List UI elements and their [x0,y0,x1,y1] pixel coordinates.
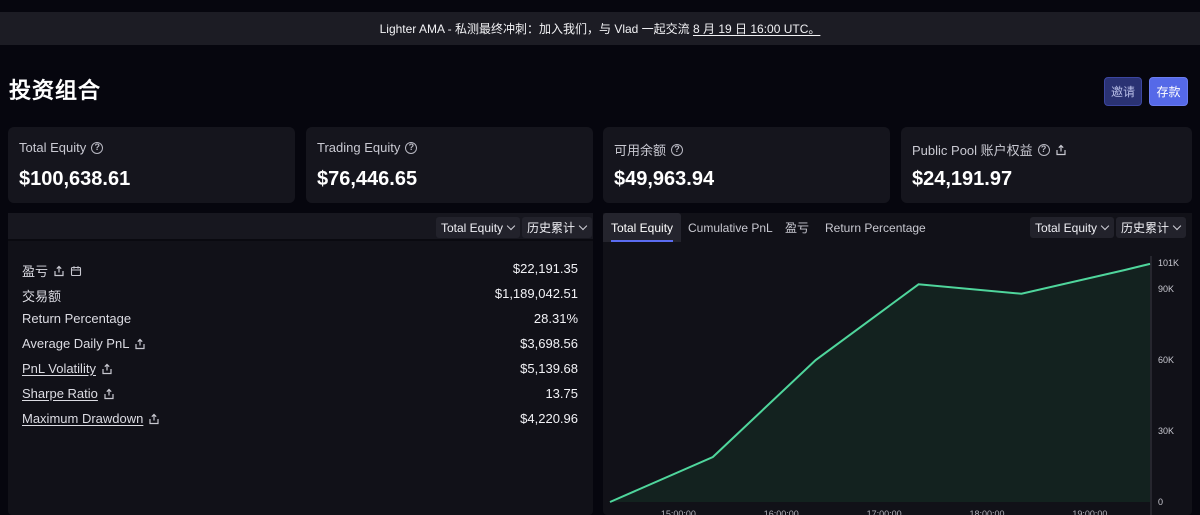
stat-label-link[interactable]: PnL Volatility [22,361,96,376]
x-tick-label: 18:00:00 [969,509,1005,515]
help-icon[interactable]: ? [405,141,418,154]
card-value: $24,191.97 [912,168,1013,190]
banner-link[interactable]: 8 月 19 日 16:00 UTC。 [693,20,820,37]
card-value: $76,446.65 [317,168,418,190]
public-pool-equity-card: Public Pool 账户权益? $24,191.97 [901,127,1192,203]
card-label: Total Equity [19,140,87,155]
metric-dropdown[interactable]: Total Equity [436,217,521,238]
share-icon[interactable] [1055,144,1067,156]
y-tick-label: 90K [1158,284,1175,295]
card-label: Trading Equity [317,140,401,155]
help-icon[interactable]: ? [1037,143,1050,156]
card-label: Public Pool 账户权益 [912,143,1033,158]
stat-label: Return Percentage [22,311,132,326]
equity-chart-svg [609,256,1152,515]
stats-panel-header: Total Equity 历史累计 [8,213,593,241]
card-label: 可用余额 [614,143,667,158]
stat-row-sharpe-ratio: Sharpe Ratio 13.75 [22,386,578,406]
help-icon[interactable]: ? [671,143,684,156]
stat-label: 交易额 [22,289,62,304]
stat-label-link[interactable]: Sharpe Ratio [22,386,98,401]
y-tick-label: 30K [1158,426,1175,436]
stat-row-volume: 交易额 $1,189,042.51 [22,286,578,306]
chevron-down-icon [578,221,588,231]
help-icon[interactable]: ? [91,141,104,154]
chart-range-dropdown[interactable]: 历史累计 [1116,217,1187,238]
stat-row-pnl: 盈亏 $22,191.35 [22,261,578,281]
x-tick-label: 15:00:00 [660,509,696,515]
announcement-banner[interactable]: Lighter AMA - 私测最终冲刺：加入我们，与 Vlad 一起交流 8 … [0,12,1200,45]
deposit-button[interactable]: 存款 [1149,77,1188,106]
range-dropdown[interactable]: 历史累计 [522,217,593,238]
tab-return-percentage[interactable]: Return Percentage [825,213,926,242]
chart-range-dropdown-value: 历史累计 [1121,221,1170,235]
page-title: 投资组合 [9,78,102,103]
y-tick-label: 60K [1158,355,1175,366]
y-tick-label: 0 [1158,497,1164,507]
calendar-icon[interactable] [70,265,82,277]
stat-value: $1,189,042.51 [494,286,578,301]
tab-cumulative-pnl[interactable]: Cumulative PnL [688,213,773,242]
stat-row-maximum-drawdown: Maximum Drawdown $4,220.96 [22,411,578,431]
stat-label: 盈亏 [22,264,49,279]
x-tick-label: 19:00:00 [1072,509,1108,515]
share-icon[interactable] [148,413,160,425]
card-value: $100,638.61 [19,168,131,190]
tab-total-equity[interactable]: Total Equity [603,213,682,242]
share-icon[interactable] [134,338,146,350]
available-balance-card: 可用余额? $49,963.94 [603,127,890,203]
chart-panel: Total Equity Cumulative PnL 盈亏 Return Pe… [603,213,1192,515]
trading-equity-card: Trading Equity? $76,446.65 [306,127,593,203]
x-tick-label: 16:00:00 [763,509,799,515]
stat-value: $3,698.56 [520,336,578,351]
x-tick-label: 17:00:00 [866,509,902,515]
share-icon[interactable] [101,363,113,375]
stat-row-return-percentage: Return Percentage 28.31% [22,311,578,331]
chevron-down-icon [506,221,516,231]
y-tick-label: 101K [1158,258,1180,268]
stat-label-link[interactable]: Maximum Drawdown [22,411,143,426]
chart-metric-dropdown-value: Total Equity [1035,220,1098,235]
stat-value: $4,220.96 [520,411,578,426]
equity-chart[interactable]: 101K 90K 60K 30K 0 15:00:00 16:00:00 17:00:00 18… [603,246,1192,515]
stat-value: 13.75 [545,386,578,401]
chevron-down-icon [1100,221,1110,231]
tab-pnl[interactable]: 盈亏 [785,213,809,242]
share-icon[interactable] [103,388,115,400]
stats-panel: Total Equity 历史累计 盈亏 $22,191.35 交易额 $1,1… [8,213,593,515]
chart-tabs: Total Equity Cumulative PnL 盈亏 Return Pe… [603,213,1192,242]
share-icon[interactable] [53,265,65,277]
banner-text: Lighter AMA - 私测最终冲刺：加入我们，与 Vlad 一起交流 [379,22,693,36]
stat-row-average-daily-pnl: Average Daily PnL $3,698.56 [22,336,578,356]
stat-label: Average Daily PnL [22,336,130,351]
card-value: $49,963.94 [614,168,715,190]
stat-value: $5,139.68 [520,361,578,376]
invite-button[interactable]: 邀请 [1104,77,1142,106]
range-dropdown-value: 历史累计 [527,221,576,235]
stat-value: $22,191.35 [512,261,578,276]
chevron-down-icon [1172,221,1182,231]
metric-dropdown-value: Total Equity [441,220,504,235]
chart-metric-dropdown[interactable]: Total Equity [1030,217,1115,238]
stat-value: 28.31% [533,311,578,326]
stat-row-pnl-volatility: PnL Volatility $5,139.68 [22,361,578,381]
total-equity-card: Total Equity? $100,638.61 [8,127,295,203]
